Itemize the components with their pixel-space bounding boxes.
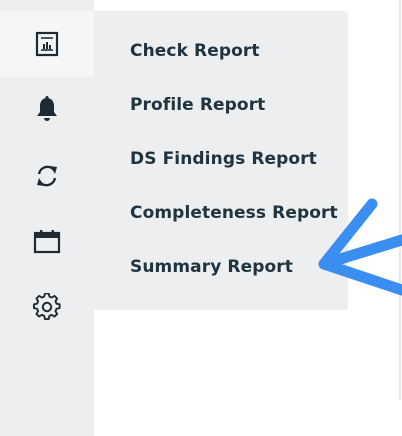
sidebar-item-schedule[interactable] bbox=[0, 209, 94, 275]
sidebar-item-reports[interactable] bbox=[0, 11, 94, 77]
menu-item-completeness-report[interactable]: Completeness Report bbox=[130, 198, 338, 228]
report-icon bbox=[35, 31, 59, 57]
menu-item-ds-findings-report[interactable]: DS Findings Report bbox=[130, 144, 317, 174]
sidebar-item-settings[interactable] bbox=[0, 274, 94, 340]
menu-item-profile-report[interactable]: Profile Report bbox=[130, 90, 265, 120]
refresh-icon bbox=[37, 165, 57, 187]
annotation-arrow-icon bbox=[318, 198, 402, 296]
menu-item-summary-report[interactable]: Summary Report bbox=[130, 252, 293, 282]
calendar-icon bbox=[33, 230, 61, 254]
sidebar-item-notifications[interactable] bbox=[0, 76, 94, 142]
sidebar-item-sync[interactable] bbox=[0, 143, 94, 209]
menu-item-check-report[interactable]: Check Report bbox=[130, 36, 260, 66]
bell-icon bbox=[37, 96, 57, 121]
gear-icon bbox=[33, 293, 61, 321]
sidebar bbox=[0, 0, 94, 436]
